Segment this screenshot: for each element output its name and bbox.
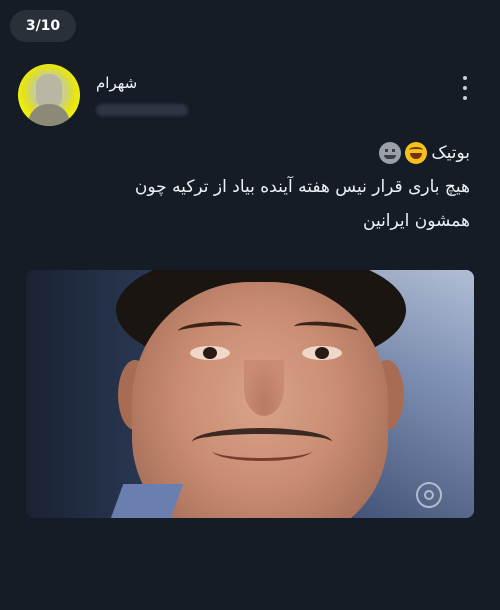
grinning-emoji-icon <box>379 142 402 164</box>
avatar-body <box>28 104 70 126</box>
image-shirt-collar <box>108 484 184 518</box>
image-eye-right <box>302 346 342 360</box>
avatar[interactable] <box>18 64 80 126</box>
author-handle-blurred <box>96 104 188 116</box>
post-image[interactable] <box>26 270 474 518</box>
image-counter: 3/10 <box>10 10 76 42</box>
dot-icon <box>463 86 467 90</box>
image-mouth <box>212 440 312 461</box>
watermark-logo-icon <box>416 482 442 508</box>
dot-icon <box>463 96 467 100</box>
caption-line-2: هیچ باری قرار نیس هفته آینده بیاد از ترک… <box>134 177 470 197</box>
avatar-face <box>36 74 62 108</box>
post-caption: بوتیک هیچ باری قرار نیس هفته آینده بیاد … <box>30 136 470 238</box>
caption-word: بوتیک <box>431 143 470 163</box>
caption-line-1: بوتیک <box>30 136 470 170</box>
caption-line-3: همشون ایرانین <box>363 211 470 231</box>
dot-icon <box>463 76 467 80</box>
image-eye-left <box>190 346 230 360</box>
laughing-emoji-icon <box>405 142 428 164</box>
image-nose <box>244 360 284 416</box>
more-options-button[interactable] <box>456 76 474 100</box>
author-name[interactable]: شهرام <box>96 74 137 92</box>
